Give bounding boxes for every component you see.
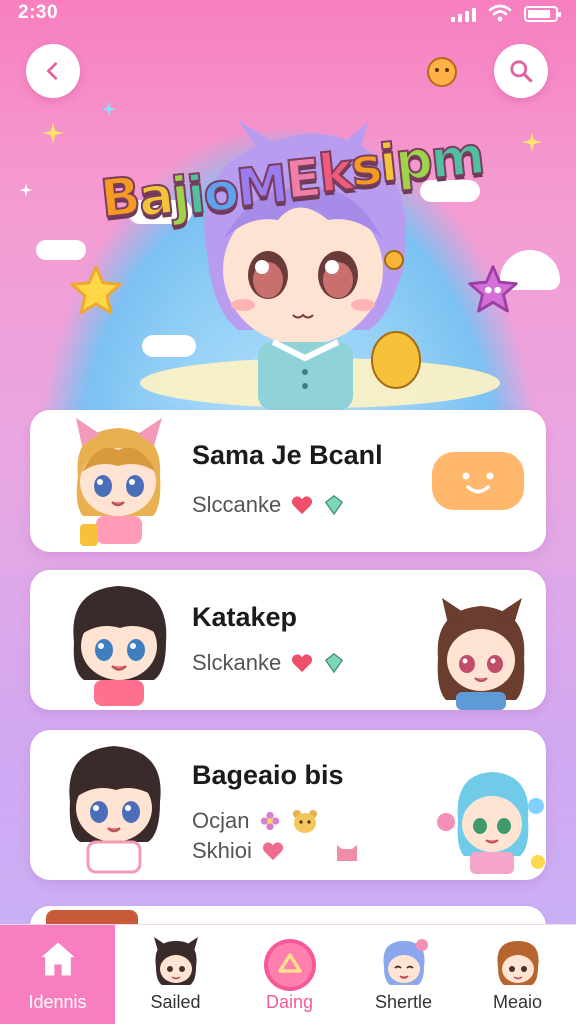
card-subtitle-text: Ocjan bbox=[192, 808, 250, 833]
card-subtitle-text: Slckanke bbox=[192, 650, 282, 675]
smile-face-button[interactable] bbox=[432, 452, 524, 510]
nav-item-sailed[interactable]: Sailed bbox=[118, 925, 233, 1024]
heart-icon bbox=[292, 496, 313, 515]
cat-face-icon bbox=[336, 845, 357, 861]
sparkle-icon bbox=[42, 122, 64, 144]
bottom-navigation: Idennis Sailed Daing Shertle Meaio bbox=[0, 924, 576, 1024]
hero-title-letter: B bbox=[97, 165, 143, 231]
nav-label: Sailed bbox=[150, 992, 201, 1012]
hero-banner: BajioMEksipm bbox=[0, 57, 576, 550]
wifi-icon bbox=[488, 4, 512, 22]
card-title: Bageaio bis bbox=[192, 760, 344, 790]
heart-icon bbox=[292, 654, 313, 673]
nav-item-meaio[interactable]: Meaio bbox=[460, 925, 575, 1024]
avatar bbox=[69, 746, 161, 874]
heart-icon bbox=[262, 842, 284, 861]
bear-icon bbox=[293, 810, 318, 833]
avatar bbox=[437, 598, 525, 710]
avatar-icon bbox=[382, 939, 428, 985]
card-subtitle-text: Skhioi bbox=[192, 838, 252, 863]
cloud-decoration bbox=[36, 240, 86, 260]
smile-face-icon bbox=[462, 472, 494, 494]
card-subtitle: Slckanke bbox=[192, 650, 345, 676]
card-subtitle-secondary: Skhioi bbox=[192, 838, 360, 864]
status-icons bbox=[451, 4, 561, 22]
list-item[interactable]: Bageaio bis Ocjan Skhioi bbox=[30, 730, 546, 880]
nav-label: Daing bbox=[265, 992, 314, 1012]
avatar-icon bbox=[496, 941, 539, 985]
card-subtitle-text: Slccanke bbox=[192, 492, 282, 517]
avatar bbox=[73, 586, 167, 706]
nav-item-daing[interactable]: Daing bbox=[232, 925, 347, 1024]
card-title: Sama Je Bcanl bbox=[192, 440, 383, 470]
hero-title-letter: M bbox=[233, 153, 291, 220]
sparkle-icon bbox=[101, 101, 117, 117]
nav-label: Idennis bbox=[28, 992, 87, 1012]
gem-icon bbox=[325, 495, 344, 516]
avatar bbox=[76, 418, 162, 546]
gem-icon bbox=[325, 653, 344, 674]
list-item[interactable]: Katakep Slckanke bbox=[30, 570, 546, 710]
status-bar: 2:30 bbox=[0, 0, 576, 34]
nav-item-home[interactable]: Idennis bbox=[0, 925, 115, 1024]
nav-item-shertle[interactable]: Shertle bbox=[346, 925, 461, 1024]
sparkle-icon bbox=[19, 183, 33, 197]
search-icon bbox=[510, 60, 533, 83]
nav-label: Meaio bbox=[492, 992, 543, 1012]
nav-label: Shertle bbox=[374, 992, 433, 1012]
card-subtitle: Slccanke bbox=[192, 492, 345, 518]
avatar bbox=[437, 772, 545, 874]
triangle-icon bbox=[263, 939, 316, 991]
card-subtitle: Ocjan bbox=[192, 808, 319, 834]
home-icon bbox=[41, 942, 74, 976]
cellular-signal-icon bbox=[451, 6, 476, 22]
star-icon bbox=[70, 265, 122, 315]
status-time: 2:30 bbox=[18, 2, 59, 23]
chevron-left-icon bbox=[47, 62, 58, 80]
back-button[interactable] bbox=[26, 44, 80, 98]
flower-icon bbox=[261, 811, 280, 831]
planet-icon bbox=[427, 57, 457, 87]
avatar-icon bbox=[153, 937, 198, 985]
star-icon bbox=[468, 265, 518, 313]
hero-title-letter: m bbox=[427, 125, 487, 192]
search-button[interactable] bbox=[494, 44, 548, 98]
battery-icon bbox=[524, 6, 561, 22]
card-title: Katakep bbox=[192, 602, 298, 632]
list-item[interactable]: Sama Je Bcanl Slccanke bbox=[30, 410, 546, 552]
